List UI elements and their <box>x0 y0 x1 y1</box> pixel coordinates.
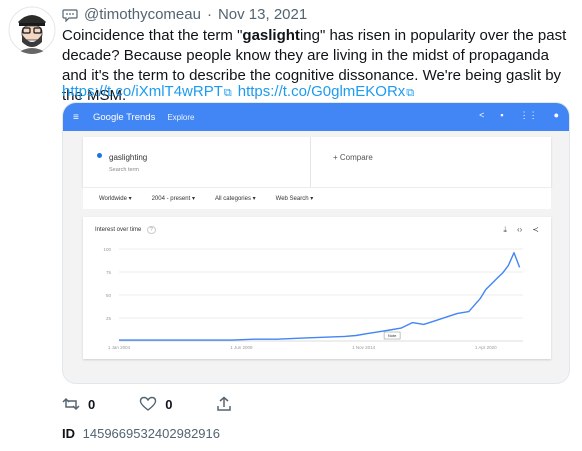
chart-actions: ⤓ ‹› ≺ <box>503 225 539 235</box>
filter-region[interactable]: Worldwide ▾ <box>99 195 132 202</box>
retweet-count: 0 <box>88 396 96 412</box>
x-tick-label: 1 Jan 2004 <box>108 345 131 350</box>
trends-topbar-icons: < ▪ ⋮⋮ ● <box>479 110 559 121</box>
embed-icon[interactable]: ‹› <box>517 225 522 235</box>
external-link-icon: ⧉ <box>223 87 232 99</box>
series-line <box>119 252 521 341</box>
tweet-id-value: 1459669532402982916 <box>82 426 220 441</box>
tweet-header: @timothycomeau · Nov 13, 2021 <box>62 6 307 23</box>
trends-explore-label[interactable]: Explore <box>167 113 194 122</box>
y-tick-label: 50 <box>106 293 112 298</box>
tweet-link-2[interactable]: https://t.co/G0glmEKORx⧉ <box>238 82 414 103</box>
note-annotation: Note <box>388 333 397 338</box>
tweet-date[interactable]: Nov 13, 2021 <box>218 6 307 23</box>
tweet-links: https://t.co/iXmlT4wRPT⧉ https://t.co/G0… <box>62 82 414 103</box>
apps-icon[interactable]: ⋮⋮ <box>520 110 538 121</box>
y-tick-label: 100 <box>103 247 111 252</box>
search-term: gaslighting <box>109 153 148 162</box>
filter-category[interactable]: All categories ▾ <box>215 195 256 202</box>
tweet-actions: 0 0 <box>62 396 276 412</box>
filter-time[interactable]: 2004 - present ▾ <box>152 195 195 202</box>
hamburger-icon[interactable]: ≡ <box>73 112 83 123</box>
tweet-id-label: ID <box>62 426 75 441</box>
search-term-sub: Search term <box>109 167 139 173</box>
series-dot-icon <box>97 153 102 159</box>
external-link-icon: ⧉ <box>406 87 415 99</box>
heart-icon <box>140 396 157 411</box>
trends-brand: Google Trends <box>93 111 156 123</box>
term-row: gaslighting Search term + Compare <box>83 137 551 187</box>
tweet-text-bold: gaslight <box>242 27 300 44</box>
tweet-text-before: Coincidence that the term " <box>62 27 243 44</box>
chart-title: Interest over time ? <box>95 226 156 234</box>
interest-chart-card: 100 75 50 25 1 Jan 2004 1 Jun 2009 1 Nov 2014 1… <box>83 217 551 359</box>
media-card[interactable]: ≡ Google Trends Explore < ▪ ⋮⋮ ● gasligh… <box>62 102 570 384</box>
x-tick-label: 1 Apr 2020 <box>475 345 497 350</box>
share-icon[interactable]: < <box>479 110 484 121</box>
like-action[interactable]: 0 <box>139 396 172 412</box>
x-tick-label: 1 Nov 2014 <box>352 345 376 350</box>
y-tick-label: 25 <box>106 316 112 321</box>
filter-search-type[interactable]: Web Search ▾ <box>276 195 314 202</box>
download-icon[interactable]: ⤓ <box>503 225 507 235</box>
account-icon[interactable]: ● <box>554 110 559 121</box>
like-count: 0 <box>165 396 173 412</box>
share-upload-icon <box>217 396 232 411</box>
y-tick-label: 75 <box>106 270 112 275</box>
share-action[interactable] <box>216 396 232 412</box>
avatar[interactable] <box>8 6 56 54</box>
x-tick-label: 1 Jun 2009 <box>230 345 253 350</box>
author-handle[interactable]: @timothycomeau <box>84 6 201 23</box>
tweet-link-1[interactable]: https://t.co/iXmlT4wRPT⧉ <box>62 82 232 103</box>
retweet-action[interactable]: 0 <box>62 397 95 412</box>
filter-row: Worldwide ▾ 2004 - present ▾ All categor… <box>83 187 551 209</box>
feedback-icon[interactable]: ▪ <box>500 110 503 121</box>
tweet-id: ID 1459669532402982916 <box>62 426 220 441</box>
avatar-illustration <box>8 6 56 54</box>
retweet-icon <box>62 397 80 411</box>
help-icon[interactable]: ? <box>147 226 156 234</box>
share-icon[interactable]: ≺ <box>532 225 539 235</box>
search-term-box[interactable]: gaslighting Search term <box>83 137 311 187</box>
compare-button[interactable]: + Compare <box>311 137 395 187</box>
chat-bubble-icon <box>62 8 78 22</box>
interest-chart: 100 75 50 25 1 Jan 2004 1 Jun 2009 1 Nov 2014 1… <box>103 247 523 350</box>
header-separator: · <box>206 6 212 23</box>
trends-topbar: ≡ Google Trends Explore < ▪ ⋮⋮ ● <box>63 103 569 131</box>
